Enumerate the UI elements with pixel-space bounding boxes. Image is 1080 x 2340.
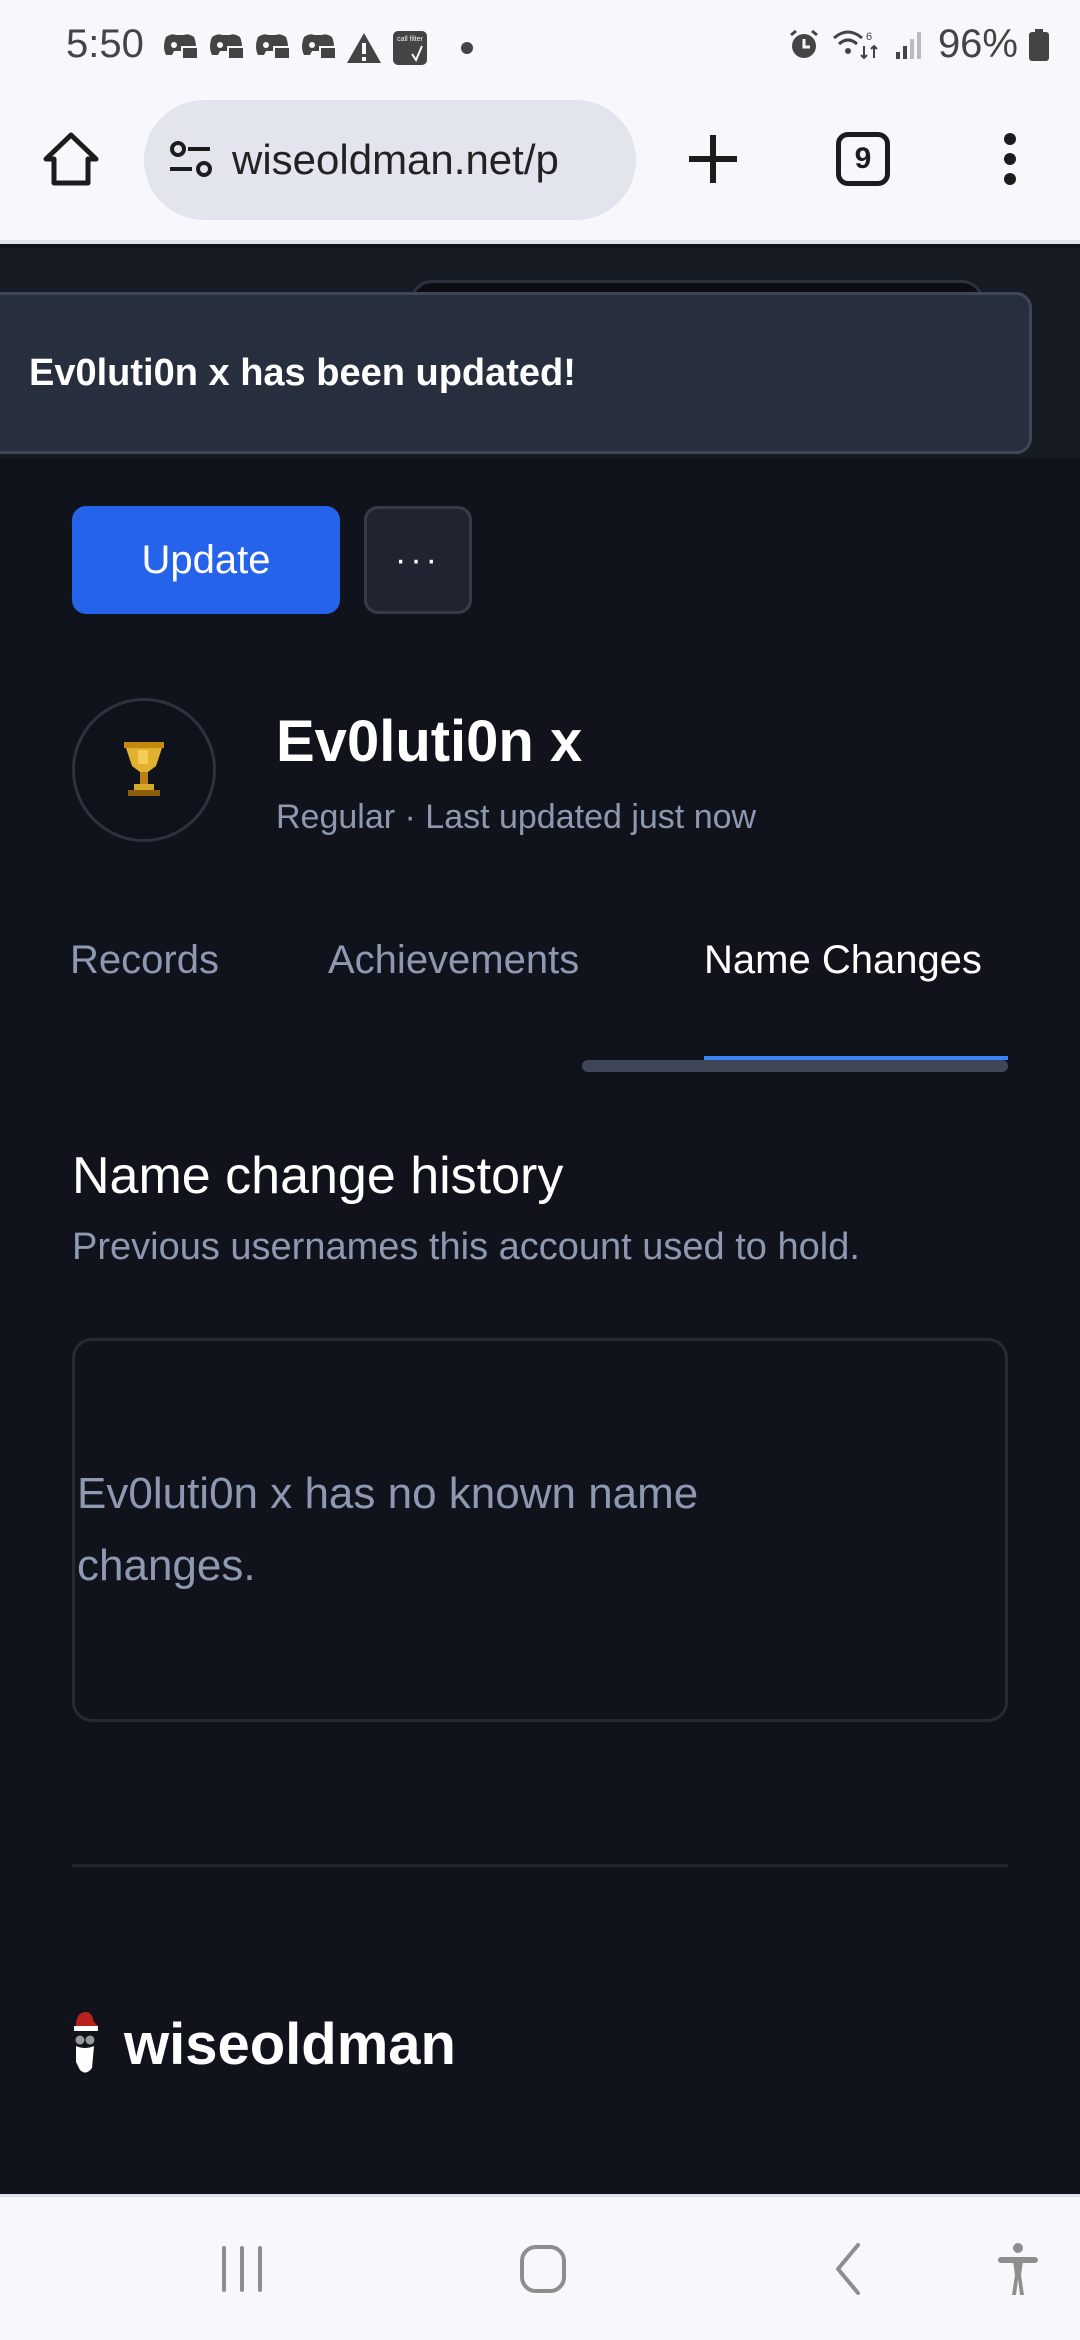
back-icon (836, 2243, 860, 2295)
system-icons: 6 96% (786, 22, 1050, 67)
more-options-button[interactable]: ··· (364, 506, 472, 614)
accessibility-icon (998, 2243, 1038, 2295)
tabs-scrollbar[interactable] (582, 1060, 1008, 1072)
new-tab-button[interactable] (680, 126, 746, 192)
recent-apps-button[interactable] (214, 2237, 270, 2301)
discord-icon (208, 30, 244, 66)
more-vert-icon (1004, 133, 1016, 185)
url-text[interactable]: wiseoldman.net/p (232, 136, 622, 184)
player-name: Ev0luti0n x (276, 709, 583, 774)
tab-records[interactable]: Records (70, 938, 219, 983)
home-nav-button[interactable] (518, 2237, 568, 2301)
site-settings-icon (170, 141, 212, 177)
status-time: 5:50 (66, 22, 144, 66)
svg-text:6: 6 (866, 31, 872, 43)
call-filter-icon: call filter (392, 30, 428, 66)
tab-switcher-button[interactable]: 9 (836, 132, 890, 186)
recents-icon (222, 2246, 262, 2292)
player-meta: Regular · Last updated just now (276, 798, 757, 836)
system-nav-bar (0, 2194, 1080, 2340)
discord-icon (254, 30, 290, 66)
toast-notification: Ev0luti0n x has been updated! (0, 292, 1032, 454)
tab-name-changes[interactable]: Name Changes (704, 938, 982, 983)
discord-icon (300, 30, 336, 66)
active-tab-indicator (704, 1056, 1008, 1060)
svg-text:call filter: call filter (397, 36, 423, 43)
plus-icon (689, 135, 737, 183)
battery-icon (1028, 27, 1050, 63)
back-button[interactable] (828, 2237, 868, 2301)
footer-brand: wiseoldman (124, 2011, 456, 2077)
home-icon (43, 132, 99, 186)
toast-message: Ev0luti0n x has been updated! (29, 351, 576, 394)
tab-achievements[interactable]: Achievements (328, 938, 579, 983)
notification-icons: call filter (162, 30, 428, 66)
wise-old-man-logo-icon (74, 2012, 98, 2073)
avatar (72, 698, 216, 842)
home-button[interactable] (38, 126, 104, 192)
warning-icon (346, 30, 382, 66)
notification-dot (461, 42, 473, 54)
status-bar: 5:50 call filter 6 96% (0, 0, 1080, 96)
discord-icon (162, 30, 198, 66)
wifi-icon: 6 (832, 27, 882, 63)
battery-percent: 96% (937, 22, 1018, 66)
alarm-icon (786, 27, 822, 63)
profile-tabs: Records Achievements Name Changes (0, 938, 1080, 1028)
accessibility-button[interactable] (994, 2237, 1042, 2301)
empty-state-message: Ev0luti0n x has no known name changes. (77, 1469, 699, 1590)
section-title: Name change history (72, 1147, 564, 1205)
update-button[interactable]: Update (72, 506, 340, 614)
signal-icon (892, 27, 928, 63)
trophy-icon (124, 742, 164, 796)
browser-toolbar: wiseoldman.net/p 9 (0, 96, 1080, 244)
web-page: Ev0luti0n x has been updated! Update ···… (0, 248, 1080, 2194)
footer-logo[interactable]: wiseoldman (72, 2010, 456, 2078)
address-bar[interactable]: wiseoldman.net/p (144, 100, 636, 220)
empty-state-card: Ev0luti0n x has no known name changes. (72, 1338, 1008, 1722)
home-circle-icon (520, 2245, 566, 2293)
browser-menu-button[interactable] (990, 126, 1030, 192)
section-subtitle: Previous usernames this account used to … (72, 1226, 860, 1268)
footer-divider (72, 1864, 1008, 1867)
